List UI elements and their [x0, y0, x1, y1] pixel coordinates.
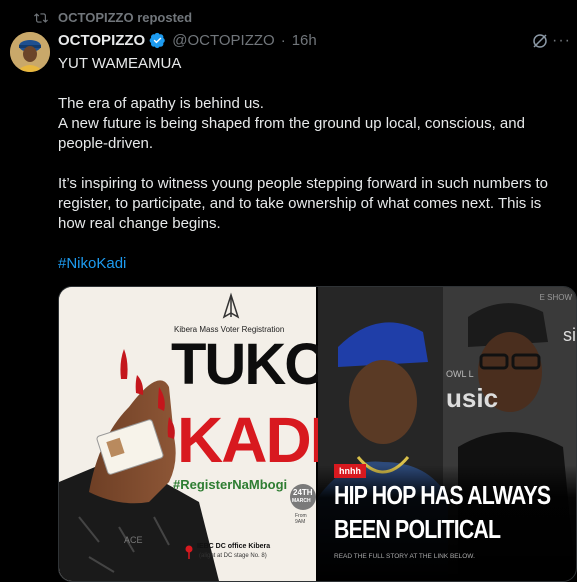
repost-label: OCTOPIZZO reposted — [58, 10, 193, 25]
bg-text: E SHOW — [539, 293, 572, 302]
date-badge: 24TH MARCH — [290, 484, 316, 510]
bg-text: si — [563, 325, 576, 345]
repost-indicator[interactable]: OCTOPIZZO reposted — [34, 10, 192, 25]
article-cta: READ THE FULL STORY AT THE LINK BELOW. — [334, 553, 475, 560]
more-options-icon[interactable]: ··· — [552, 32, 571, 50]
author-handle[interactable]: @OCTOPIZZO — [172, 32, 274, 49]
bg-text: usic — [446, 383, 499, 413]
tweet-line: It’s inspiring to witness young people s… — [58, 175, 548, 232]
date-day: 24TH — [293, 488, 313, 497]
verified-badge-icon — [149, 32, 165, 49]
post-time[interactable]: 16h — [292, 32, 317, 49]
hnhh-badge: hnhh — [334, 464, 366, 478]
poster-card-text: ACE — [124, 535, 143, 545]
repost-icon — [34, 12, 48, 23]
avatar[interactable] — [10, 32, 50, 72]
tweet[interactable]: OCTOPIZZO reposted OCTOPIZZO @OCTOPIZZO … — [0, 0, 577, 582]
poster-title-tuko: TUKO — [171, 332, 329, 397]
poster-title-kadi: KADI — [177, 404, 327, 476]
tweet-line: YUT WAMEAMUA — [58, 55, 182, 72]
tweet-line: A new future is being shaped from the gr… — [58, 115, 525, 152]
bg-text: OWL L — [446, 369, 474, 379]
article-headline-line2: BEEN POLITICAL — [334, 514, 501, 544]
hashtag-link[interactable]: #NikoKadi — [58, 255, 126, 272]
date-month: MARCH — [292, 498, 311, 504]
grok-icon[interactable] — [531, 32, 549, 50]
poster-time: From 9AM — [295, 513, 307, 525]
tweet-header: OCTOPIZZO @OCTOPIZZO · 16h — [58, 32, 317, 49]
poster-hashtag: #RegisterNaMbogi — [173, 477, 288, 492]
poster-venue: IEBC DC office Kibera — [197, 543, 271, 550]
tweet-text: YUT WAMEAMUA The era of apathy is behind… — [58, 54, 568, 274]
tweet-line: The era of apathy is behind us. — [58, 95, 264, 112]
media-image-article[interactable]: E SHOW si OWL L usic hnhh HIP HOP HAS AL… — [318, 287, 576, 581]
author-name[interactable]: OCTOPIZZO — [58, 32, 145, 49]
article-headline-line1: HIP HOP HAS ALWAYS — [334, 480, 551, 510]
media-image-poster[interactable]: Kibera Mass Voter Registration TUKO KADI… — [59, 287, 329, 581]
separator-dot: · — [280, 32, 286, 49]
media-grid: Kibera Mass Voter Registration TUKO KADI… — [58, 286, 577, 582]
poster-venue-note: (alight at DC stage No. 8) — [199, 553, 267, 559]
